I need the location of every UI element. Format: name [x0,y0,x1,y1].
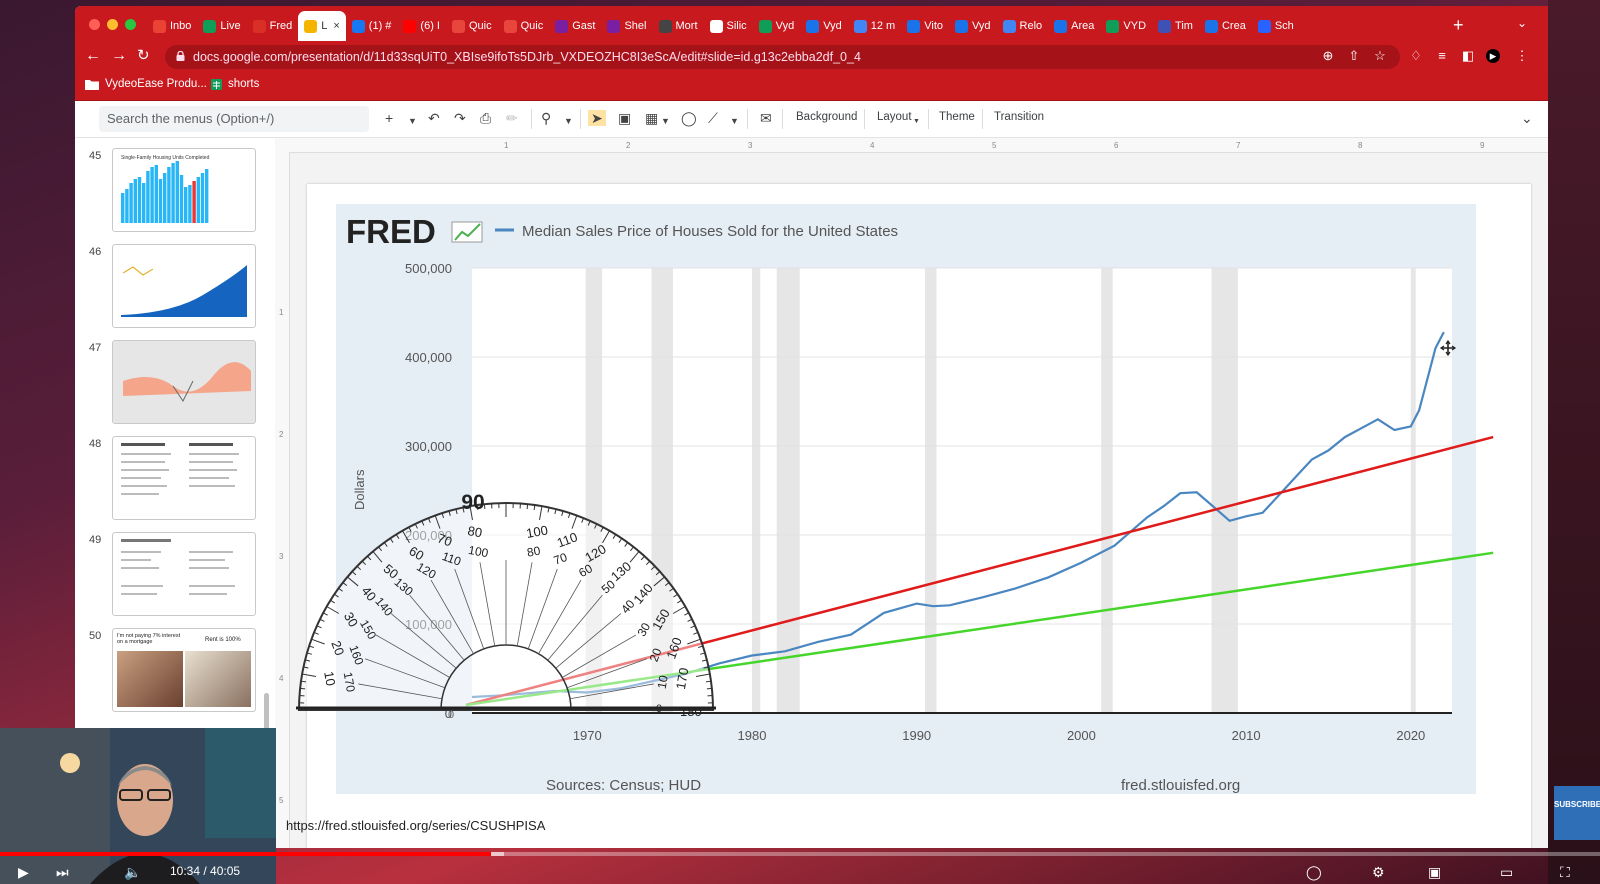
y-tick-label: 400,000 [405,350,452,365]
subscribe-badge[interactable]: SUBSCRIBE [1554,786,1600,840]
protractor-90-label: 90 [461,491,484,514]
protractor-end-label: 0 [656,703,662,715]
next-video-icon[interactable]: ⏭ [56,864,69,881]
miniplayer-icon[interactable]: ▣ [1428,864,1441,881]
y-tick-label: 500,000 [405,261,452,276]
x-tick-label: 1990 [902,728,931,743]
video-player-controls: ▶ ⏭ 🔈 10:34 / 40:05 ◯ ⚙ ▣ ▭ ⛶ [0,858,1600,884]
fullscreen-icon[interactable]: ⛶ [1560,864,1570,881]
theater-mode-icon[interactable]: ▭ [1500,864,1513,881]
video-progress-fill [0,852,492,856]
recession-band [1410,268,1416,713]
protractor-tick [300,680,307,683]
protractor-end-label: 180 [680,704,702,719]
protractor-tick [706,687,712,690]
recession-band [776,268,800,713]
fred-logo-text: FRED [346,213,436,250]
series-legend-label: Median Sales Price of Houses Sold for th… [522,223,898,240]
protractor-number: 10 [321,670,338,687]
sources-label: Sources: Census; HUD [546,777,701,794]
play-icon[interactable]: ▶ [18,864,29,881]
x-tick-label: 1980 [738,728,767,743]
x-tick-label: 2020 [1396,728,1425,743]
x-tick-label: 1970 [573,728,602,743]
recession-band [752,268,761,713]
protractor-end-label: 0 [448,709,454,721]
protractor-tick [526,504,529,510]
protractor-number: 10 [655,674,671,690]
x-tick-label: 2000 [1067,728,1096,743]
autoplay-toggle-icon[interactable]: ◯ [1306,864,1322,881]
settings-gear-icon[interactable]: ⚙ [1372,864,1385,881]
protractor-tick [300,687,306,690]
x-tick-label: 2010 [1232,728,1261,743]
y-axis-label: Dollars [352,469,367,510]
protractor-tick [533,504,536,511]
protractor-number: 80 [467,523,484,540]
protractor-tick [705,680,712,683]
recession-band [1211,268,1238,713]
volume-icon[interactable]: 🔈 [124,864,141,881]
video-progress-bar[interactable] [0,852,1600,856]
protractor-number: 80 [526,544,542,560]
video-time: 10:34 / 40:05 [170,864,241,878]
source-url-text: https://fred.stlouisfed.org/series/CSUSH… [286,818,546,833]
y-tick-label: 300,000 [405,439,452,454]
recession-band [1101,268,1113,713]
recession-band [924,268,937,713]
fred-site-label: fred.stlouisfed.org [1121,777,1240,794]
